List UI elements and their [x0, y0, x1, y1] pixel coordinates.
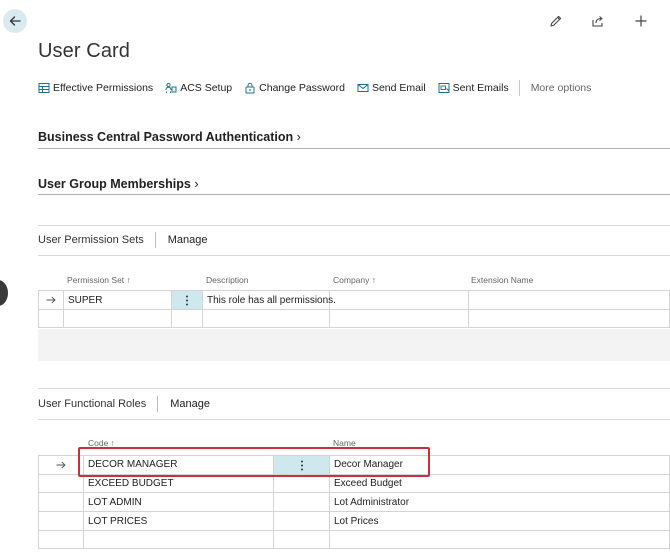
edge-dot: [0, 280, 8, 306]
role-code-cell[interactable]: LOT PRICES: [88, 516, 147, 527]
role-name-cell[interactable]: Lot Prices: [334, 516, 378, 527]
arrow-right-icon: [46, 296, 56, 304]
more-vertical-icon: [186, 295, 188, 305]
grid-col-line: [202, 290, 203, 328]
chevron-right-icon: ›: [296, 130, 301, 144]
sent-emails-label: Sent Emails: [452, 82, 509, 94]
grid-row-line: [38, 309, 670, 310]
col-name[interactable]: Name: [333, 438, 356, 448]
col-code[interactable]: Code ↑: [88, 438, 115, 448]
part-divider: [38, 225, 670, 226]
send-email-button[interactable]: Send Email: [357, 82, 426, 94]
plus-icon: [635, 15, 647, 27]
role-code-cell[interactable]: LOT ADMIN: [88, 497, 142, 508]
grid-empty-area: [38, 329, 670, 361]
sent-emails-button[interactable]: Sent Emails: [438, 82, 509, 94]
functional-roles-header: User Functional Roles Manage: [38, 396, 210, 412]
part-divider: [38, 419, 670, 420]
send-email-label: Send Email: [371, 82, 426, 94]
effective-permissions-button[interactable]: Effective Permissions: [38, 82, 153, 94]
row-actions-button[interactable]: [274, 456, 329, 474]
page-title: User Card: [38, 40, 131, 62]
section-divider: [38, 148, 670, 149]
permission-set-cell[interactable]: SUPER: [68, 295, 102, 306]
role-name-cell[interactable]: Lot Administrator: [334, 497, 409, 508]
share-icon: [592, 16, 603, 27]
action-divider: [518, 80, 520, 96]
bc-password-auth-section[interactable]: Business Central Password Authentication…: [38, 130, 301, 144]
back-button[interactable]: [3, 9, 27, 33]
grid-row-line: [38, 511, 670, 512]
change-password-label: Change Password: [259, 82, 345, 94]
section-divider: [38, 194, 670, 195]
role-code-cell[interactable]: DECOR MANAGER: [88, 459, 177, 470]
sent-mail-icon: [438, 83, 450, 93]
header-separator: [154, 232, 156, 248]
grid-row-line: [38, 530, 670, 531]
lock-icon: [245, 82, 255, 94]
col-permission-set[interactable]: Permission Set ↑: [67, 275, 131, 285]
grid-row-line: [38, 474, 670, 475]
back-arrow-icon: [9, 16, 21, 26]
change-password-button[interactable]: Change Password: [244, 82, 345, 94]
row-actions-button[interactable]: [172, 291, 202, 309]
header-separator: [157, 396, 159, 412]
permission-sets-manage-button[interactable]: Manage: [168, 234, 208, 246]
user-group-memberships-section[interactable]: User Group Memberships ›: [38, 177, 198, 191]
more-options-button[interactable]: More options: [531, 82, 592, 94]
row-selector[interactable]: [39, 291, 63, 309]
role-name-cell[interactable]: Exceed Budget: [334, 478, 402, 489]
grid-col-line: [468, 290, 469, 328]
edit-pencil-icon: [550, 15, 562, 27]
more-vertical-icon: [300, 460, 303, 470]
permission-sets-header: User Permission Sets Manage: [38, 232, 208, 248]
acs-setup-button[interactable]: ACS Setup: [165, 82, 232, 94]
new-button[interactable]: [632, 12, 650, 30]
envelope-icon: [357, 84, 369, 92]
role-code-cell[interactable]: EXCEED BUDGET: [88, 478, 174, 489]
part-divider: [38, 255, 670, 256]
permissions-table-icon: [38, 83, 50, 93]
grid-row-line: [38, 492, 670, 493]
share-button[interactable]: [589, 12, 607, 30]
acs-setup-label: ACS Setup: [180, 82, 233, 94]
grid-col-line: [83, 455, 84, 549]
arrow-right-icon: [56, 461, 66, 469]
grid-col-line: [329, 455, 330, 549]
edit-button[interactable]: [547, 12, 565, 30]
col-company[interactable]: Company ↑: [333, 275, 376, 285]
effective-permissions-label: Effective Permissions: [53, 82, 154, 94]
action-bar: Effective Permissions ACS Setup Change P…: [38, 79, 591, 97]
chevron-right-icon: ›: [194, 177, 199, 191]
functional-roles-title: User Functional Roles: [38, 398, 147, 410]
permission-sets-title: User Permission Sets: [38, 234, 144, 246]
part-divider: [38, 388, 670, 389]
description-cell[interactable]: This role has all permissions.: [207, 295, 336, 306]
user-group-memberships-label: User Group Memberships: [38, 177, 191, 191]
grid-col-line: [63, 290, 64, 328]
functional-roles-manage-button[interactable]: Manage: [170, 398, 210, 410]
bc-password-auth-label: Business Central Password Authentication: [38, 130, 294, 144]
col-extension-name[interactable]: Extension Name: [471, 275, 533, 285]
users-setup-icon: [165, 82, 177, 93]
col-description[interactable]: Description: [206, 275, 249, 285]
role-name-cell[interactable]: Decor Manager: [334, 459, 403, 470]
row-selector[interactable]: [39, 456, 83, 474]
